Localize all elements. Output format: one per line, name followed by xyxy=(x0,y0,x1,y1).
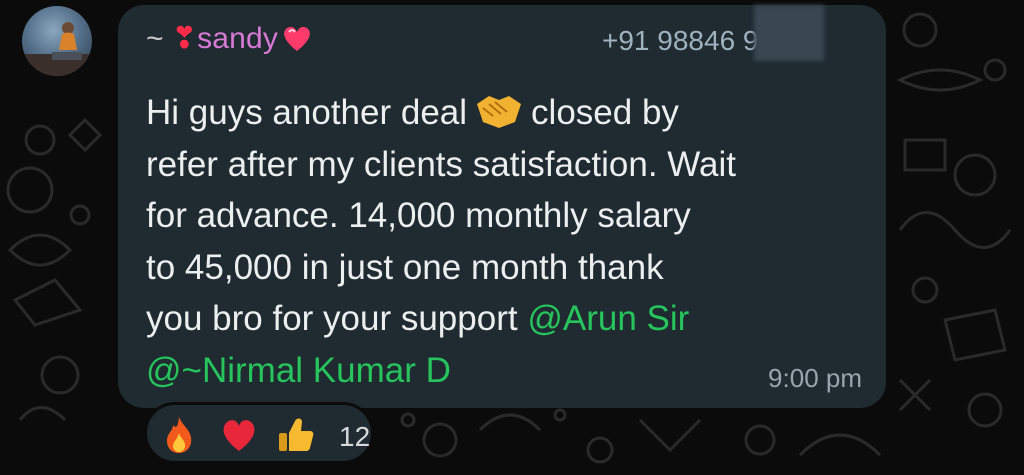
sender-name-text: sandy xyxy=(197,22,279,55)
sender-prefix: ~ xyxy=(146,22,164,55)
phone-redaction xyxy=(754,5,824,61)
handshake-icon xyxy=(475,90,523,145)
mention-nirmal[interactable]: @~Nirmal Kumar D xyxy=(146,351,451,390)
message-time: 9:00 pm xyxy=(768,363,862,393)
reaction-count: 12 xyxy=(339,421,371,452)
sender-name[interactable]: ~ ❣sandy xyxy=(146,21,314,56)
message-line: for advance. 14,000 monthly salary xyxy=(146,196,691,235)
message-line: you bro for your support @Arun Sir xyxy=(146,293,866,345)
sender-avatar[interactable] xyxy=(22,6,92,76)
message-line: to 45,000 in just one month thank xyxy=(146,247,664,287)
heart-exclamation-icon: ❣ xyxy=(171,22,198,55)
message-line: refer after my clients satisfaction. Wai… xyxy=(146,144,736,184)
fire-icon xyxy=(161,415,197,460)
message-text: Hi guys another deal closed by refer aft… xyxy=(146,87,866,396)
message-line-text: Hi guys another deal xyxy=(146,93,468,132)
mention-arun[interactable]: @Arun Sir xyxy=(527,299,689,338)
message-line-text: closed by xyxy=(531,93,679,132)
message-line: Hi guys another deal closed by xyxy=(146,87,866,139)
message-line: @~Nirmal Kumar D xyxy=(146,345,866,397)
sender-phone[interactable]: +91 98846 9 xyxy=(602,25,759,57)
reactions-bar[interactable]: 12 xyxy=(144,402,374,464)
message-line-text: you bro for your support xyxy=(146,299,518,338)
thumbs-up-icon xyxy=(275,415,315,460)
sparkling-heart-icon xyxy=(284,26,310,51)
message-bubble[interactable]: ~ ❣sandy +91 98846 9 Hi guys another deal… xyxy=(118,5,886,408)
heart-icon xyxy=(219,415,259,460)
avatar-photo xyxy=(22,22,92,76)
